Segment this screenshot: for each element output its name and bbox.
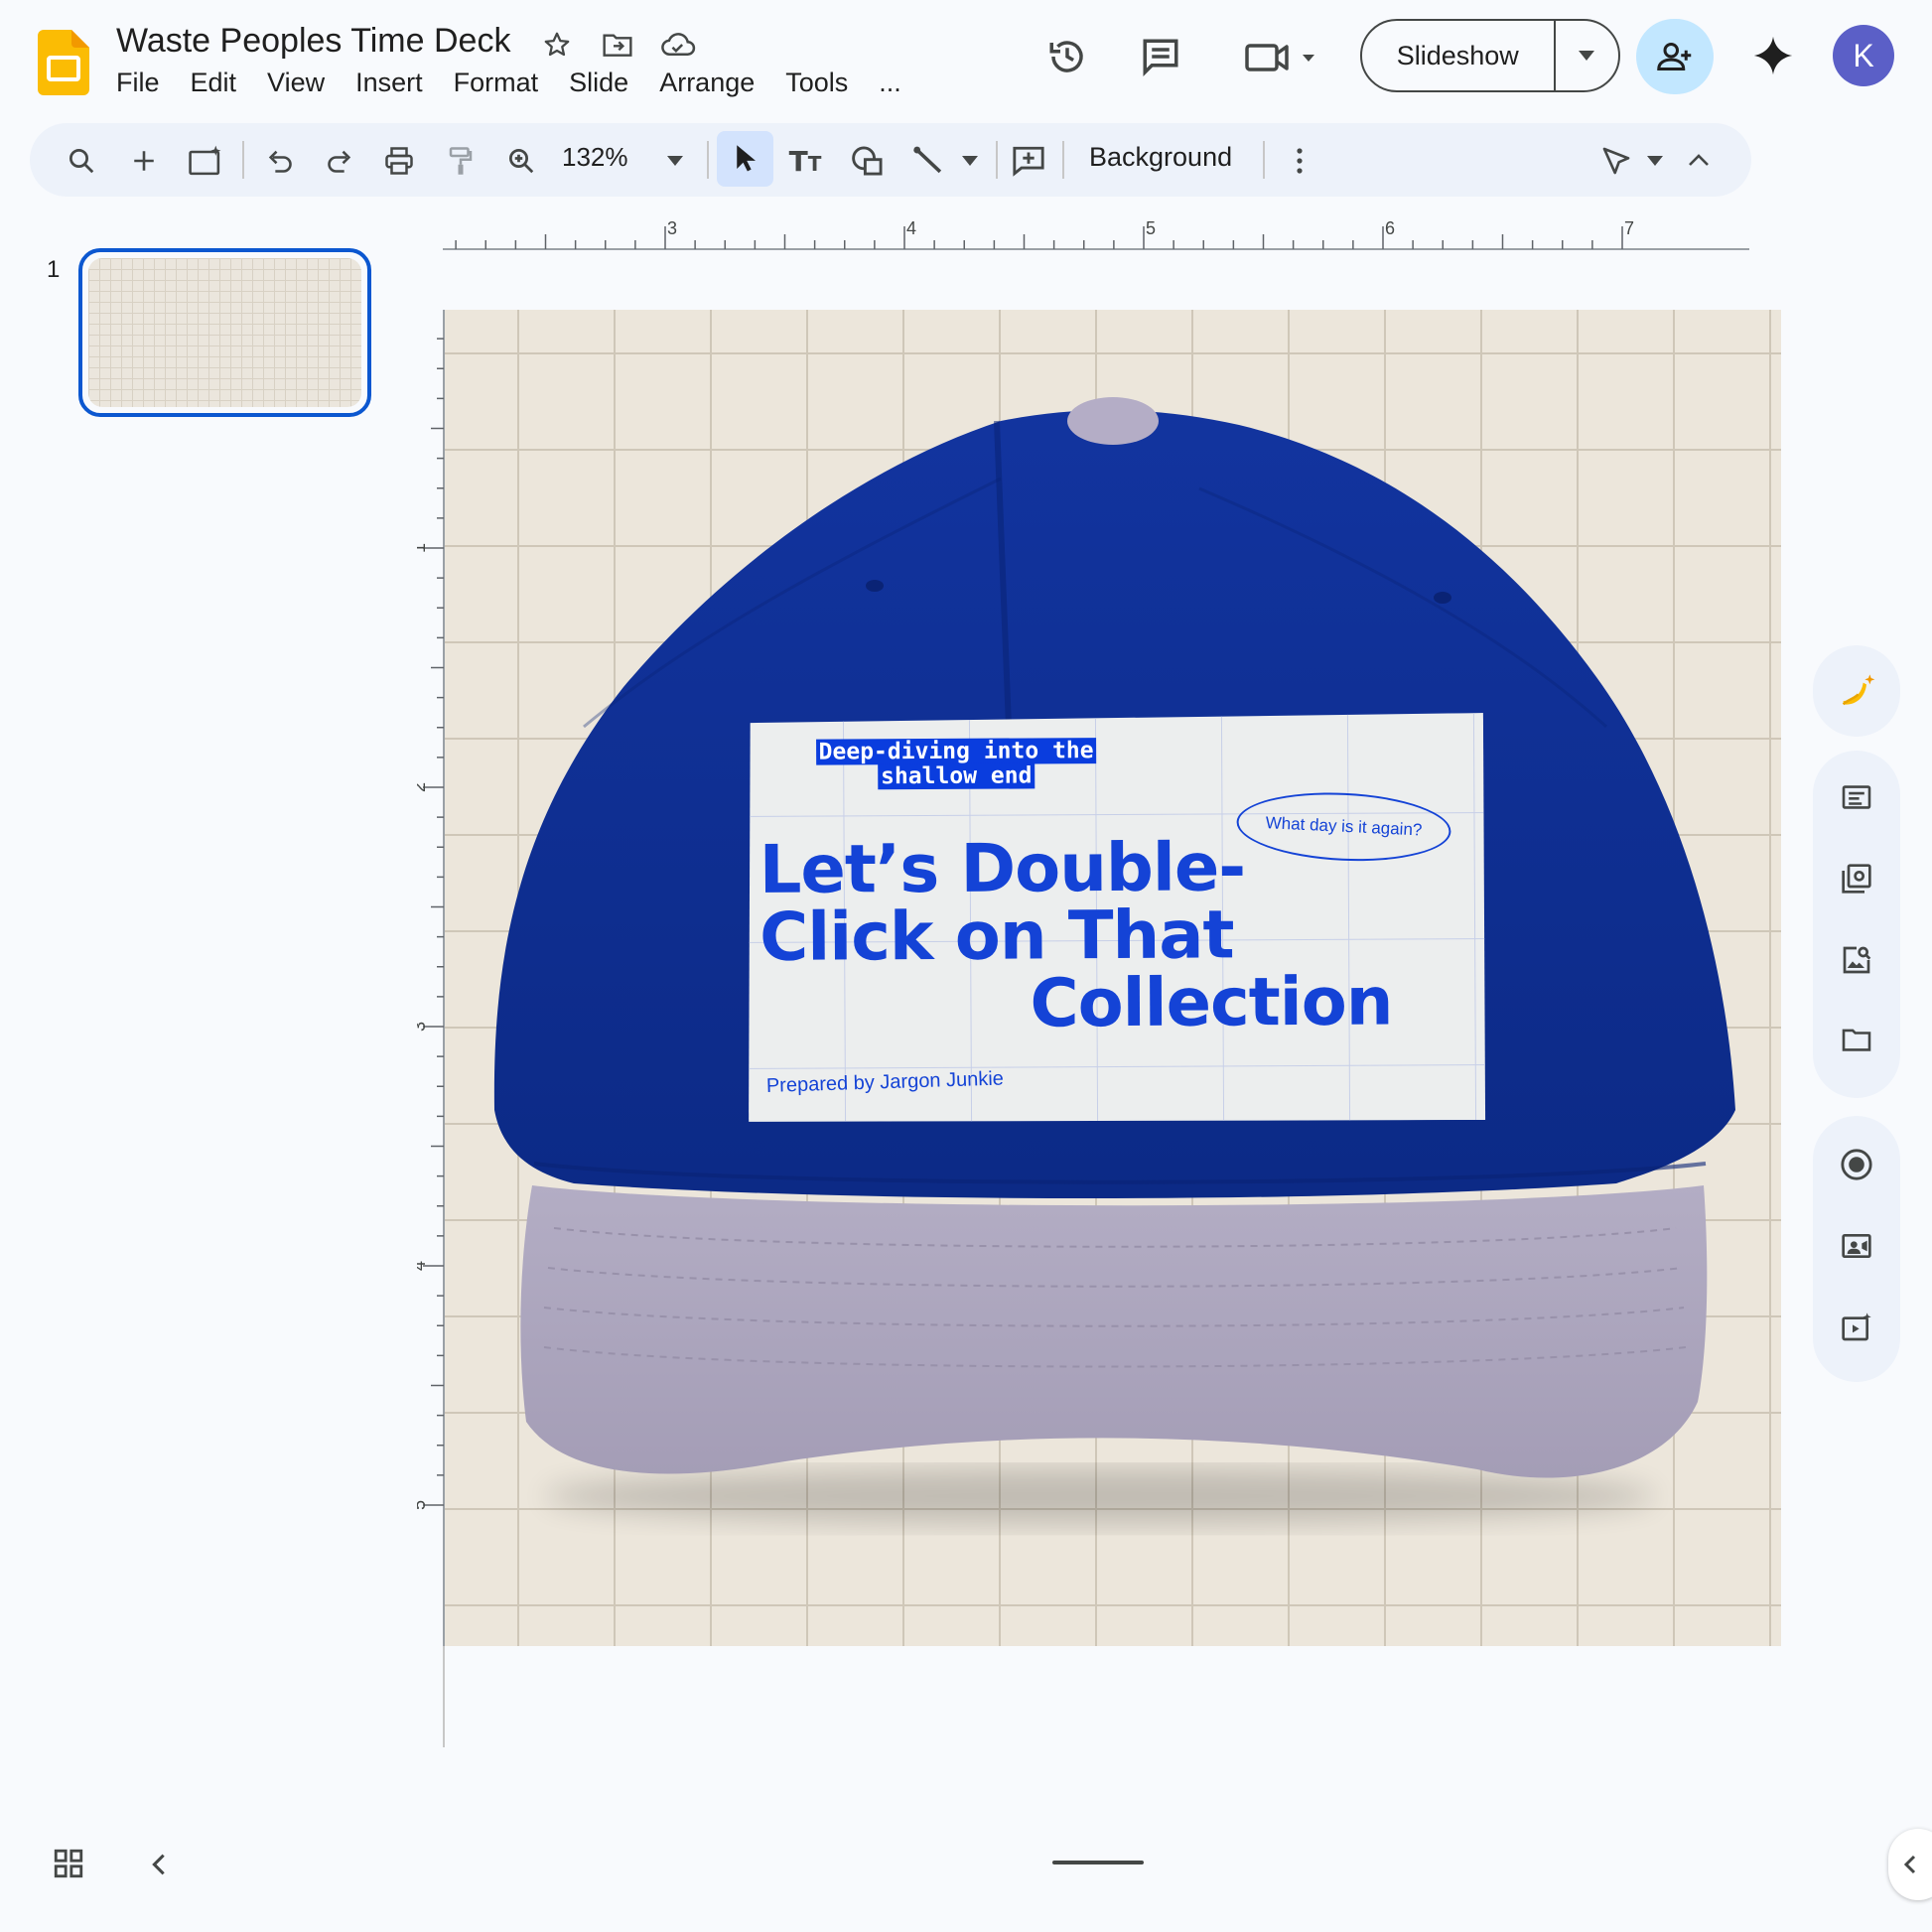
slide-title[interactable]: Let’s Double- Click on That Collection — [759, 833, 1396, 1038]
toolbar-divider — [242, 141, 244, 179]
edit-mode-icon[interactable] — [1596, 141, 1636, 181]
version-history-icon[interactable] — [1044, 34, 1090, 79]
select-cursor-icon[interactable] — [717, 131, 773, 187]
tagline-line-2: shallow end — [878, 762, 1035, 789]
toolbar-divider — [996, 141, 998, 179]
ruler-label: 7 — [1624, 218, 1634, 238]
toolbar-divider — [707, 141, 709, 179]
vertical-ruler[interactable]: 1 2 3 4 5 — [409, 310, 445, 1747]
ruler-label: 5 — [1146, 218, 1156, 238]
add-comment-icon[interactable] — [1007, 139, 1050, 183]
cloud-saved-icon[interactable] — [658, 27, 698, 63]
grid-view-icon[interactable] — [52, 1847, 85, 1880]
edit-mode-dropdown-icon[interactable] — [1642, 149, 1668, 173]
speaker-notes-drag-handle[interactable] — [1052, 1861, 1144, 1864]
line-icon[interactable] — [907, 141, 951, 181]
document-title[interactable]: Waste Peoples Time Deck — [116, 22, 510, 61]
toolbar-divider — [1062, 141, 1064, 179]
cap-visor — [520, 1185, 1708, 1478]
move-folder-icon[interactable] — [599, 27, 636, 63]
ruler-label: 3 — [667, 218, 677, 238]
undo-icon[interactable] — [260, 141, 300, 181]
speaker-notes-icon[interactable] — [1832, 772, 1881, 822]
text-box-icon[interactable]: TT — [783, 141, 827, 181]
expand-side-panel-button[interactable] — [1888, 1829, 1932, 1900]
tagline-line-1: Deep-diving into the — [816, 738, 1097, 764]
side-panel-group-gemini — [1813, 645, 1900, 737]
zoom-level[interactable]: 132% — [562, 142, 628, 173]
side-panel-group-media — [1813, 1116, 1900, 1382]
star-icon[interactable] — [539, 27, 575, 63]
ruler-label: 6 — [1385, 218, 1395, 238]
slide-thumbnail[interactable] — [78, 248, 371, 417]
video-presenter-icon[interactable] — [1832, 1221, 1881, 1271]
paint-format-icon[interactable] — [441, 141, 481, 181]
line-dropdown-icon[interactable] — [957, 149, 983, 173]
new-slide-with-layout-icon[interactable] — [184, 139, 227, 183]
title-line-3: Collection — [1030, 962, 1393, 1042]
slide-number: 1 — [47, 256, 61, 283]
slide-canvas[interactable]: Deep-diving into the shallow end What da… — [445, 310, 1781, 1646]
meet-video-icon[interactable] — [1243, 36, 1322, 79]
print-icon[interactable] — [379, 141, 419, 181]
slideshow-button[interactable]: Slideshow — [1360, 19, 1620, 92]
menu-file[interactable]: File — [116, 68, 160, 98]
menu-tools[interactable]: Tools — [785, 68, 848, 98]
slide-thumbnail-preview — [88, 258, 361, 407]
search-menus-icon[interactable] — [62, 141, 101, 181]
ruler-label: 4 — [906, 218, 916, 238]
title-line-2: Click on That — [759, 896, 1234, 976]
folder-icon[interactable] — [1832, 1015, 1881, 1064]
share-button[interactable] — [1636, 19, 1714, 94]
new-slide-icon[interactable] — [124, 141, 164, 181]
ruler-label: 1 — [417, 543, 429, 553]
background-button[interactable]: Background — [1089, 142, 1232, 173]
collapse-toolbar-icon[interactable] — [1682, 143, 1716, 177]
zoom-dropdown-icon[interactable] — [661, 149, 689, 173]
tagline[interactable]: Deep-diving into the shallow end — [798, 739, 1114, 790]
title-patch[interactable]: Deep-diving into the shallow end What da… — [747, 713, 1485, 1124]
image-search-icon[interactable] — [1832, 935, 1881, 985]
menu-edit[interactable]: Edit — [191, 68, 237, 98]
gemini-sparkle-icon[interactable] — [1751, 34, 1795, 77]
menu-arrange[interactable]: Arrange — [659, 68, 755, 98]
redo-icon[interactable] — [320, 141, 359, 181]
ruler-label: 4 — [417, 1261, 429, 1271]
slides-logo-icon[interactable] — [38, 30, 89, 95]
more-options-icon[interactable] — [1285, 141, 1314, 181]
add-person-icon — [1657, 43, 1692, 70]
ruler-label: 5 — [417, 1500, 429, 1510]
menu-format[interactable]: Format — [454, 68, 539, 98]
horizontal-ruler[interactable]: 3 4 5 6 7 — [443, 218, 1749, 250]
ruler-label: 2 — [417, 782, 429, 792]
byline[interactable]: Prepared by Jargon Junkie — [766, 1067, 1005, 1097]
collapse-filmstrip-icon[interactable] — [147, 1851, 171, 1878]
record-icon[interactable] — [1832, 1140, 1881, 1189]
toolbar-divider — [1263, 141, 1265, 179]
slide-library-icon[interactable] — [1832, 854, 1881, 903]
menu-bar: File Edit View Insert Format Slide Arran… — [116, 68, 901, 98]
menu-insert[interactable]: Insert — [355, 68, 423, 98]
side-panel-group-apps — [1813, 751, 1900, 1098]
zoom-icon[interactable] — [501, 141, 541, 181]
ruler-label: 3 — [417, 1022, 429, 1032]
shape-icon[interactable] — [846, 141, 890, 181]
video-ai-icon[interactable] — [1832, 1303, 1881, 1352]
side-panel — [1813, 645, 1900, 1382]
user-avatar[interactable]: K — [1833, 25, 1894, 86]
comments-icon[interactable] — [1138, 34, 1183, 79]
slideshow-dropdown-icon[interactable] — [1553, 21, 1619, 90]
canvas-left-edge — [443, 1646, 445, 1747]
title-line-1: Let’s Double- — [759, 828, 1246, 908]
menu-slide[interactable]: Slide — [569, 68, 628, 98]
slideshow-label[interactable]: Slideshow — [1362, 41, 1554, 71]
cap-button — [1067, 397, 1159, 445]
banana-ai-icon[interactable] — [1832, 666, 1881, 716]
menu-more[interactable]: ... — [879, 68, 901, 98]
menu-view[interactable]: View — [267, 68, 325, 98]
chevron-left-icon — [1903, 1855, 1916, 1874]
